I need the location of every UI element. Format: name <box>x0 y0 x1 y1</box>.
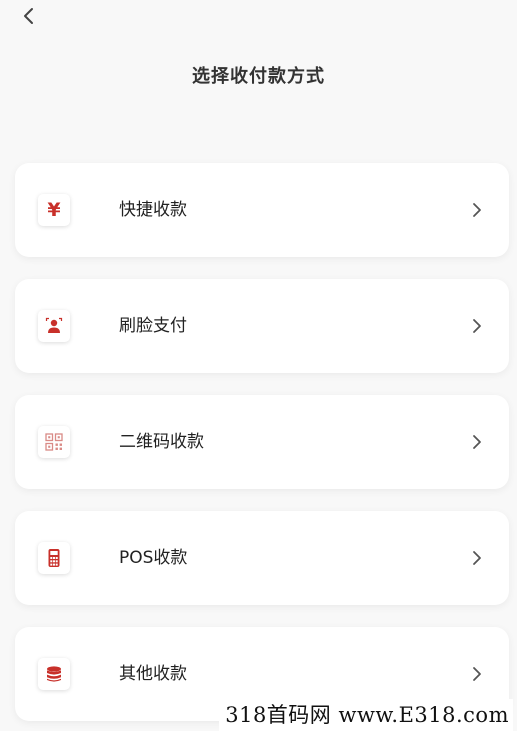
option-quick-pay[interactable]: ¥ 快捷收款 <box>15 163 509 257</box>
option-face-pay[interactable]: 刷脸支付 <box>15 279 509 373</box>
chevron-right-icon <box>473 667 481 681</box>
option-icon-box <box>38 310 70 342</box>
page-title: 选择收付款方式 <box>192 66 325 87</box>
watermark-text: 318首码网 www.E318.com <box>219 699 513 731</box>
option-label: 快捷收款 <box>119 200 187 220</box>
yen-icon: ¥ <box>47 199 61 221</box>
coin-stack-icon <box>47 666 61 682</box>
option-icon-box <box>38 426 70 458</box>
option-pos[interactable]: POS收款 <box>15 511 509 605</box>
option-qr-code[interactable]: 二维码收款 <box>15 395 509 489</box>
option-label: 刷脸支付 <box>119 316 187 336</box>
option-label: 二维码收款 <box>119 432 204 452</box>
chevron-right-icon <box>473 319 481 333</box>
option-icon-box <box>38 542 70 574</box>
chevron-right-icon <box>473 203 481 217</box>
option-label: POS收款 <box>119 548 188 568</box>
face-pay-icon <box>45 317 63 333</box>
option-icon-box <box>38 658 70 690</box>
option-label: 其他收款 <box>119 664 187 684</box>
chevron-left-icon <box>24 8 33 24</box>
pos-terminal-icon <box>48 549 60 567</box>
chevron-right-icon <box>473 551 481 565</box>
option-icon-box: ¥ <box>38 194 70 226</box>
back-button[interactable] <box>18 4 42 28</box>
chevron-right-icon <box>473 435 481 449</box>
qr-code-icon <box>45 433 63 451</box>
